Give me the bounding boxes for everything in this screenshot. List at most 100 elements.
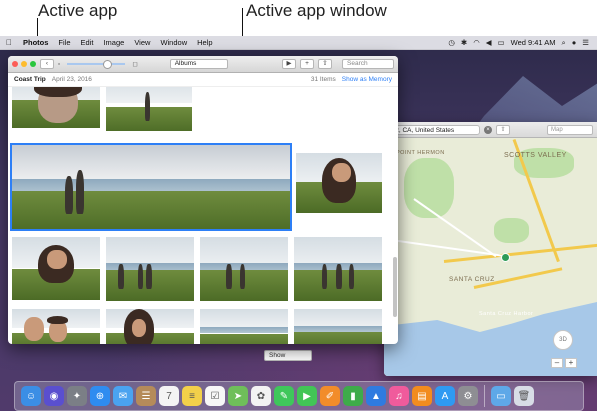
annotation-active-app: Active app [38,1,118,20]
menu-bar:  Photos File Edit Image View Window Hel… [0,36,597,50]
menu-status-area: ◷ ✱ ◠ ◀ ▭ Wed 9:41 AM ⌕ ● ☰ [448,38,597,48]
small-thumbnail-icon: ▫ [58,60,61,68]
maps-search-field[interactable]: uz, CA, United States [388,124,480,135]
trash-icon[interactable]: 🗑 [514,386,534,406]
safari-icon[interactable]: ⊕ [90,386,110,406]
minimize-window-button[interactable] [21,61,27,67]
time-machine-icon[interactable]: ◷ [448,38,455,47]
annotation-strip: Active app Active app window [0,0,597,60]
menu-image[interactable]: Image [98,38,129,47]
siri-icon[interactable]: ◉ [44,386,64,406]
map-zoom-controls: – + [551,358,577,368]
photos-toolbar: ‹ ▫ ◻ Albums ▶ + ⇧ Search [8,56,398,73]
play-icon[interactable]: ▶ [282,59,296,69]
album-info-bar: Coast Trip April 23, 2016 31 Items Show … [8,73,398,87]
photo-thumbnail[interactable] [296,153,382,217]
photo-thumbnail[interactable] [12,87,100,135]
notes-icon[interactable]: ≡ [182,386,202,406]
keynote-icon[interactable]: ▲ [366,386,386,406]
messages-icon[interactable]: ✎ [274,386,294,406]
reminders-icon[interactable]: ☑ [205,386,225,406]
itunes-icon[interactable]: ♫ [389,386,409,406]
annotation-active-window: Active app window [246,1,387,20]
menu-app-name[interactable]: Photos [18,38,53,47]
thumbnail-size-slider[interactable] [67,60,126,69]
clock[interactable]: Wed 9:41 AM [511,38,556,47]
map-canvas[interactable]: POINT HERMON SCOTTS VALLEY SANTA CRUZ Sa… [384,138,597,376]
menu-view[interactable]: View [129,38,155,47]
share-icon[interactable]: ⇧ [318,59,332,69]
album-date: April 23, 2016 [51,76,92,83]
photo-thumbnail[interactable] [294,237,382,301]
add-icon[interactable]: + [300,59,314,69]
desktop:  Photos File Edit Image View Window Hel… [0,36,597,411]
map-label: POINT HERMON [396,150,445,156]
spotlight-icon[interactable]: ⌕ [562,38,566,48]
photo-thumbnail[interactable] [200,309,288,344]
back-icon[interactable]: ‹ [40,59,54,69]
apple-icon[interactable]:  [0,38,18,47]
maps-view-select[interactable]: Map [547,124,593,135]
maps-window: uz, CA, United States × ⇧ Map POINT HERM… [384,122,597,376]
close-window-button[interactable] [12,61,18,67]
dock: ☺ ◉ ✦ ⊕ ✉ ☰ 7 ≡ ☑ ➤ ✿ ✎ ▶ ✐ ▮ ▲ ♫ ▤ A ⚙ ▭ 🗑 [14,381,584,411]
photos-icon[interactable]: ✿ [251,386,271,406]
photo-thumbnail[interactable] [12,309,100,344]
maps-icon[interactable]: ➤ [228,386,248,406]
menu-help[interactable]: Help [192,38,217,47]
calendar-icon[interactable]: 7 [159,386,179,406]
bluetooth-icon[interactable]: ✱ [461,38,467,47]
menu-window[interactable]: Window [155,38,192,47]
launchpad-icon[interactable]: ✦ [67,386,87,406]
albums-select[interactable]: Albums [169,59,228,69]
show-as-memory-link[interactable]: Show as Memory [342,76,392,83]
item-count: 31 Items [310,76,336,83]
facetime-icon[interactable]: ▶ [297,386,317,406]
list-icon[interactable]: ☰ [582,38,589,47]
fullscreen-window-button[interactable] [30,61,36,67]
photo-thumbnail[interactable] [12,237,100,301]
contacts-icon[interactable]: ☰ [136,386,156,406]
photo-grid [8,87,398,344]
clear-search-icon[interactable]: × [484,125,492,134]
album-title: Coast Trip [14,76,46,83]
photo-thumbnail[interactable] [294,309,382,344]
photo-thumbnail-selected[interactable] [10,143,292,231]
mail-icon[interactable]: ✉ [113,386,133,406]
pages-icon[interactable]: ✐ [320,386,340,406]
wifi-icon[interactable]: ◠ [473,38,480,47]
menu-file[interactable]: File [53,38,75,47]
zoom-out-button[interactable]: – [551,358,563,368]
search-input[interactable]: Search [342,59,394,69]
ibooks-icon[interactable]: ▤ [412,386,432,406]
map-label: SANTA CRUZ [449,276,495,283]
album-info-right: 31 Items Show as Memory [311,76,392,83]
volume-icon[interactable]: ◀ [486,38,492,47]
window-controls [12,61,36,67]
photo-thumbnail[interactable] [106,309,194,344]
large-thumbnail-icon: ◻ [132,61,138,68]
map-label: Santa Cruz Harbor [479,311,534,317]
photo-thumbnail[interactable] [200,237,288,301]
map-3d-button[interactable]: 3D [553,330,573,350]
map-label: SCOTTS VALLEY [504,152,567,159]
map-highway [443,243,597,263]
system-preferences-icon[interactable]: ⚙ [458,386,478,406]
finder-icon[interactable]: ☺ [21,386,41,406]
maps-show-select[interactable]: Show [264,350,312,361]
menu-edit[interactable]: Edit [76,38,99,47]
share-icon[interactable]: ⇧ [496,124,510,135]
map-pin-icon[interactable] [501,253,510,262]
photos-window: ‹ ▫ ◻ Albums ▶ + ⇧ Search Coast Trip Apr… [8,56,398,344]
photo-thumbnail[interactable] [106,237,194,301]
map-park [494,218,529,243]
battery-icon[interactable]: ▭ [498,38,505,47]
zoom-in-button[interactable]: + [565,358,577,368]
numbers-icon[interactable]: ▮ [343,386,363,406]
user-icon[interactable]: ● [572,38,577,47]
app-store-icon[interactable]: A [435,386,455,406]
photo-grid-scrollbar[interactable] [393,257,397,317]
downloads-folder-icon[interactable]: ▭ [491,386,511,406]
photo-thumbnail[interactable] [106,87,192,131]
dock-separator [484,385,485,407]
